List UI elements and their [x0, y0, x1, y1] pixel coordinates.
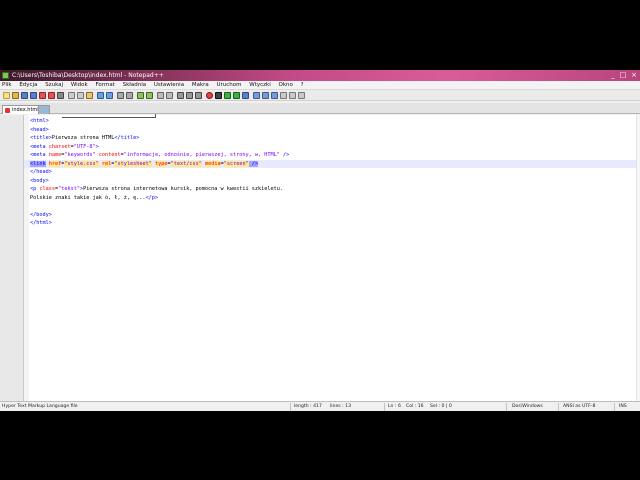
preview-icon[interactable]: [298, 92, 305, 99]
menu-item-help[interactable]: ?: [301, 82, 304, 88]
close-file-icon[interactable]: [39, 92, 46, 99]
menu-bar: Plik Edycja Szukaj Widok Format Składnia…: [0, 81, 640, 90]
code-line[interactable]: <p class="tekst">Pierwsza strona interne…: [30, 185, 636, 194]
zoom-in-icon[interactable]: [137, 92, 144, 99]
save-macro-icon[interactable]: [242, 92, 249, 99]
status-selection: Sel : 0 | 0: [430, 404, 452, 409]
tab-index-html[interactable]: index.html: [2, 105, 43, 114]
save-icon[interactable]: [21, 92, 28, 99]
copy-icon[interactable]: [77, 92, 84, 99]
print-icon[interactable]: [57, 92, 64, 99]
save-all-icon[interactable]: [30, 92, 37, 99]
close-icon[interactable]: ×: [629, 71, 639, 80]
code-line[interactable]: </head>: [30, 168, 636, 177]
redo-icon[interactable]: [106, 92, 113, 99]
code-line[interactable]: <head>: [30, 126, 636, 135]
notepad-app-icon: [2, 72, 9, 79]
unsaved-icon: [5, 108, 10, 113]
status-bar: Hyper Text Markup Language file length :…: [0, 401, 640, 411]
menu-item-skladnia[interactable]: Składnia: [123, 82, 147, 88]
find-icon[interactable]: [117, 92, 124, 99]
code-line[interactable]: <title>Pierwsza strona HTML</title>: [30, 134, 636, 143]
menu-item-widok[interactable]: Widok: [71, 82, 88, 88]
code-line[interactable]: Polskie znaki takie jak ó, ł, ż, ę...</p…: [30, 194, 636, 203]
cut-icon[interactable]: [68, 92, 75, 99]
plugin-icon-2[interactable]: [262, 92, 269, 99]
sync-scroll-v-icon[interactable]: [157, 92, 164, 99]
status-insert-mode: INS: [619, 404, 627, 409]
spellcheck-icon[interactable]: [280, 92, 287, 99]
tab-label: index.html: [12, 107, 39, 113]
compare-icon[interactable]: [289, 92, 296, 99]
code-editor[interactable]: <html> <head> <title>Pierwsza strona HTML<…: [0, 114, 640, 401]
menu-item-uruchom[interactable]: Uruchom: [217, 82, 242, 88]
menu-item-format[interactable]: Format: [95, 82, 114, 88]
code-line[interactable]: <html>: [30, 117, 636, 126]
notepad-window: C:\Users\Toshiba\Desktop\index.html - No…: [0, 70, 640, 411]
menu-item-wtyczki[interactable]: Wtyczki: [249, 82, 270, 88]
stop-macro-icon[interactable]: [215, 92, 222, 99]
vertical-scrollbar[interactable]: [636, 115, 640, 401]
play-macro-icon[interactable]: [224, 92, 231, 99]
menu-item-plik[interactable]: Plik: [2, 82, 12, 88]
menu-item-makra[interactable]: Makra: [192, 82, 209, 88]
status-column: Col : 16: [406, 404, 424, 409]
status-line: Ln : 6: [388, 404, 401, 409]
code-line[interactable]: <meta name="keywords" content="informacj…: [30, 151, 636, 160]
tab-bar: index.html: [0, 103, 640, 114]
sync-scroll-h-icon[interactable]: [166, 92, 173, 99]
close-all-icon[interactable]: [48, 92, 55, 99]
menu-item-edycja[interactable]: Edycja: [19, 82, 37, 88]
maximize-icon[interactable]: □: [618, 71, 628, 80]
toolbar: [0, 90, 640, 101]
indent-guide-icon[interactable]: [195, 92, 202, 99]
tab-new[interactable]: [38, 105, 50, 114]
menu-item-okno[interactable]: Okno: [279, 82, 293, 88]
record-macro-icon[interactable]: [206, 92, 213, 99]
show-all-chars-icon[interactable]: [186, 92, 193, 99]
minimize-icon[interactable]: _: [608, 71, 618, 80]
status-encoding: ANSI as UTF-8: [563, 404, 596, 409]
plugin-icon-3[interactable]: [271, 92, 278, 99]
window-title: C:\Users\Toshiba\Desktop\index.html - No…: [12, 72, 164, 79]
status-file-type: Hyper Text Markup Language file: [2, 404, 78, 409]
new-file-icon[interactable]: [3, 92, 10, 99]
undo-icon[interactable]: [97, 92, 104, 99]
code-area[interactable]: <html> <head> <title>Pierwsza strona HTML<…: [24, 117, 636, 228]
fold-margin[interactable]: [24, 115, 29, 401]
code-line[interactable]: </body>: [30, 211, 636, 220]
zoom-out-icon[interactable]: [146, 92, 153, 99]
open-folder-icon[interactable]: [12, 92, 19, 99]
code-line[interactable]: <meta charset="UTF-8">: [30, 143, 636, 152]
paste-icon[interactable]: [86, 92, 93, 99]
code-line[interactable]: <link href="style.css" rel="stylesheet" …: [24, 159, 636, 168]
status-eol: Dos\Windows: [512, 404, 543, 409]
status-length: length : 417: [294, 404, 322, 409]
replace-icon[interactable]: [126, 92, 133, 99]
code-line[interactable]: </html>: [30, 219, 636, 228]
title-bar[interactable]: C:\Users\Toshiba\Desktop\index.html - No…: [0, 70, 640, 81]
code-line[interactable]: [30, 202, 636, 211]
code-line[interactable]: <body>: [30, 177, 636, 186]
plugin-icon[interactable]: [253, 92, 260, 99]
run-macro-multiple-icon[interactable]: [233, 92, 240, 99]
word-wrap-icon[interactable]: [177, 92, 184, 99]
menu-item-ustawienia[interactable]: Ustawienia: [154, 82, 184, 88]
line-number-gutter: [0, 115, 24, 401]
status-lines: lines : 13: [330, 404, 351, 409]
menu-item-szukaj[interactable]: Szukaj: [45, 82, 63, 88]
